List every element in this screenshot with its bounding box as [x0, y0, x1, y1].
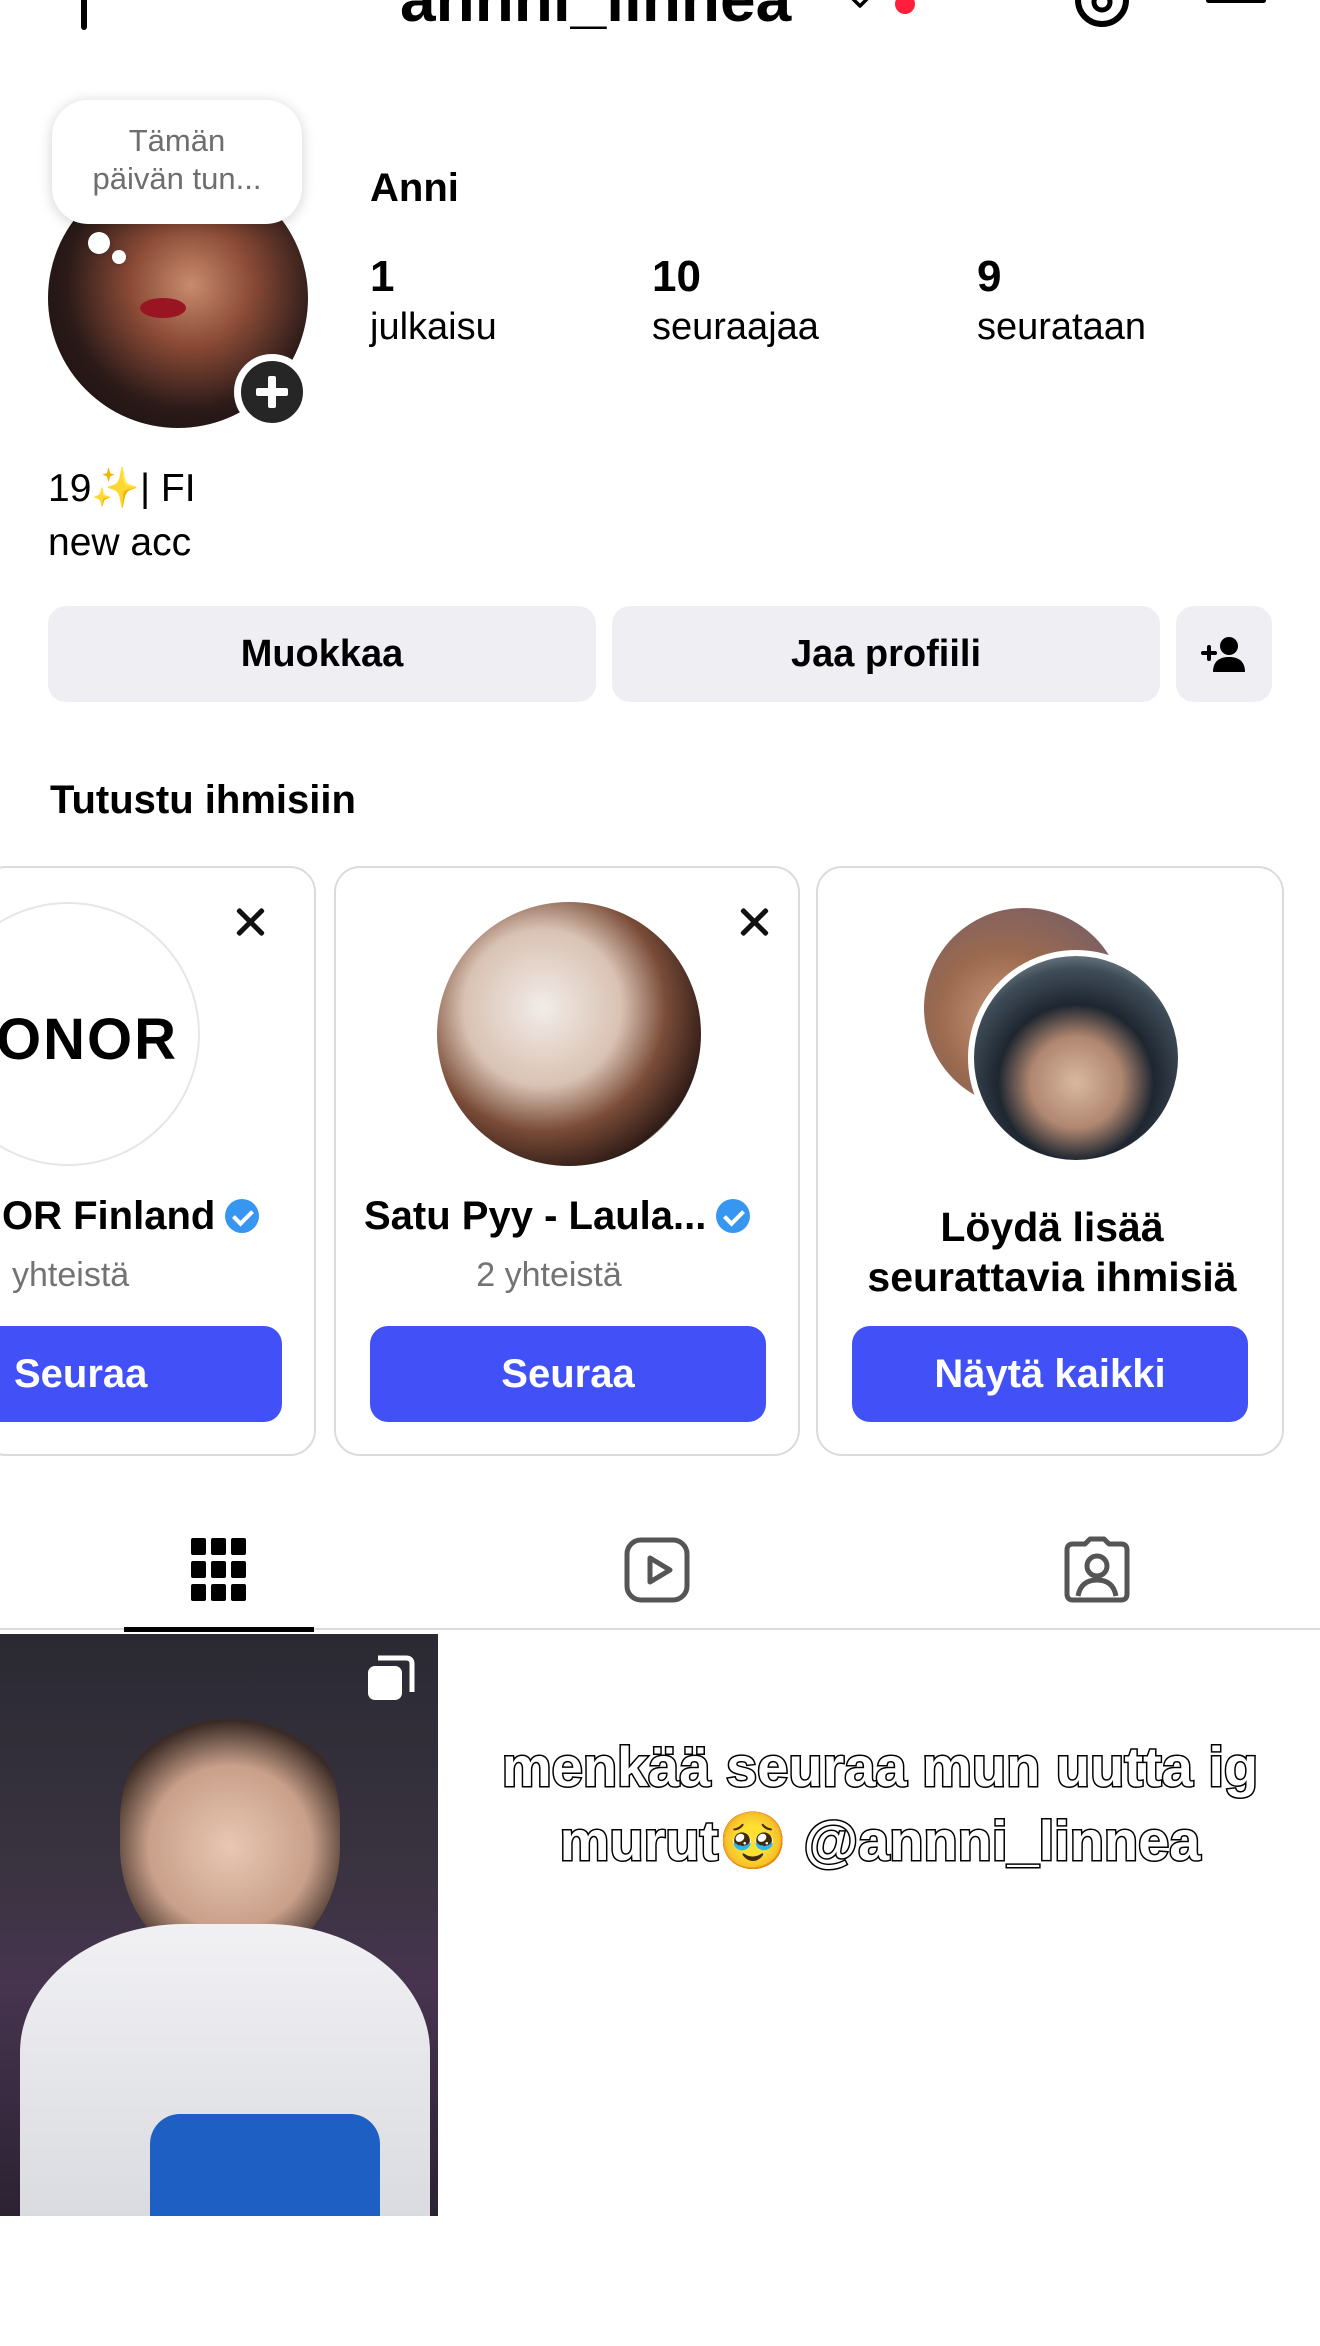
mutual-count: yhteistä	[12, 1256, 130, 1294]
stat-value: 10	[652, 252, 701, 301]
notification-dot	[895, 0, 915, 14]
post-top	[150, 2114, 380, 2216]
hamburger-menu-icon[interactable]	[1206, 0, 1266, 24]
caption-line: menkää seuraa mun uutta ig	[500, 1734, 1259, 1800]
profile-tabs	[0, 1510, 1320, 1632]
add-person-icon	[1201, 637, 1245, 672]
stat-following[interactable]: 9 seurataan	[977, 252, 1146, 352]
suggestion-card[interactable]: IONOR OR Finland yhteistä Seuraa	[0, 866, 316, 1456]
brand-logo: IONOR	[0, 1007, 178, 1072]
see-all-button[interactable]: Näytä kaikki	[852, 1326, 1248, 1422]
tab-tagged[interactable]	[1002, 1510, 1192, 1630]
stat-value: 9	[977, 252, 1002, 301]
tab-posts[interactable]	[124, 1510, 314, 1632]
top-bar: annni_linnea	[0, 0, 1320, 50]
verified-badge-icon	[225, 1199, 260, 1233]
username-title[interactable]: annni_linnea	[400, 0, 791, 36]
see-all-title: Löydä lisää seurattavia ihmisiä	[818, 1202, 1282, 1302]
plus-icon[interactable]	[52, 0, 116, 30]
bio-line: new acc	[48, 521, 192, 564]
display-name: Anni	[370, 166, 459, 210]
carousel-icon	[368, 1655, 415, 1700]
stat-label: seurataan	[977, 306, 1147, 348]
stat-posts[interactable]: 1 julkaisu	[370, 252, 497, 352]
stat-followers[interactable]: 10 seuraajaa	[652, 252, 819, 352]
reels-icon	[624, 1537, 690, 1603]
suggestion-name-text: OR Finland	[2, 1194, 216, 1238]
close-icon[interactable]	[230, 902, 270, 942]
tagged-icon	[1064, 1536, 1130, 1603]
verified-badge-icon	[716, 1199, 751, 1233]
suggestion-card[interactable]: Satu Pyy - Laula... 2 yhteistä Seuraa	[334, 866, 800, 1456]
note-text: Tämän päivän tun...	[92, 123, 262, 196]
tab-reels[interactable]	[562, 1510, 752, 1630]
caption-line: murut🥹 @annni_linnea	[558, 1808, 1202, 1874]
stacked-avatar-front	[968, 950, 1184, 1166]
bio: 19✨| FI new acc	[48, 462, 196, 570]
see-all-line: Löydä lisää	[940, 1204, 1164, 1250]
threads-icon[interactable]	[1072, 0, 1132, 30]
add-story-icon[interactable]	[234, 354, 310, 430]
stat-value: 1	[370, 252, 395, 301]
post-thumbnail[interactable]	[0, 1634, 438, 2216]
post-caption-text: menkää seuraa mun uutta ig murut🥹 @annni…	[460, 1730, 1300, 1878]
stat-label: seuraajaa	[652, 306, 819, 348]
mutual-count: 2 yhteistä	[476, 1256, 622, 1294]
see-all-line: seurattavia ihmisiä	[867, 1254, 1237, 1300]
see-all-card[interactable]: Löydä lisää seurattavia ihmisiä Näytä ka…	[816, 866, 1284, 1456]
share-profile-button[interactable]: Jaa profiili	[612, 606, 1160, 702]
suggestion-name: Satu Pyy - Laula...	[364, 1194, 751, 1239]
note-tail-small	[112, 250, 126, 264]
follow-button[interactable]: Seuraa	[0, 1326, 282, 1422]
suggestion-avatar[interactable]	[437, 902, 701, 1166]
suggestions-title: Tutustu ihmisiin	[50, 778, 356, 822]
suggestion-name: OR Finland	[2, 1194, 260, 1239]
note-bubble[interactable]: Tämän päivän tun...	[52, 100, 302, 224]
stat-label: julkaisu	[370, 306, 497, 348]
follow-button[interactable]: Seuraa	[370, 1326, 766, 1422]
suggestion-name-text: Satu Pyy - Laula...	[364, 1194, 707, 1238]
chevron-down-icon[interactable]	[848, 0, 872, 8]
grid-icon	[191, 1538, 246, 1601]
suggestion-avatar[interactable]: IONOR	[0, 902, 200, 1166]
bio-line: 19✨| FI	[48, 467, 196, 510]
discover-people-button[interactable]	[1176, 606, 1272, 702]
note-tail	[88, 232, 110, 254]
close-icon[interactable]	[734, 902, 774, 942]
edit-profile-button[interactable]: Muokkaa	[48, 606, 596, 702]
